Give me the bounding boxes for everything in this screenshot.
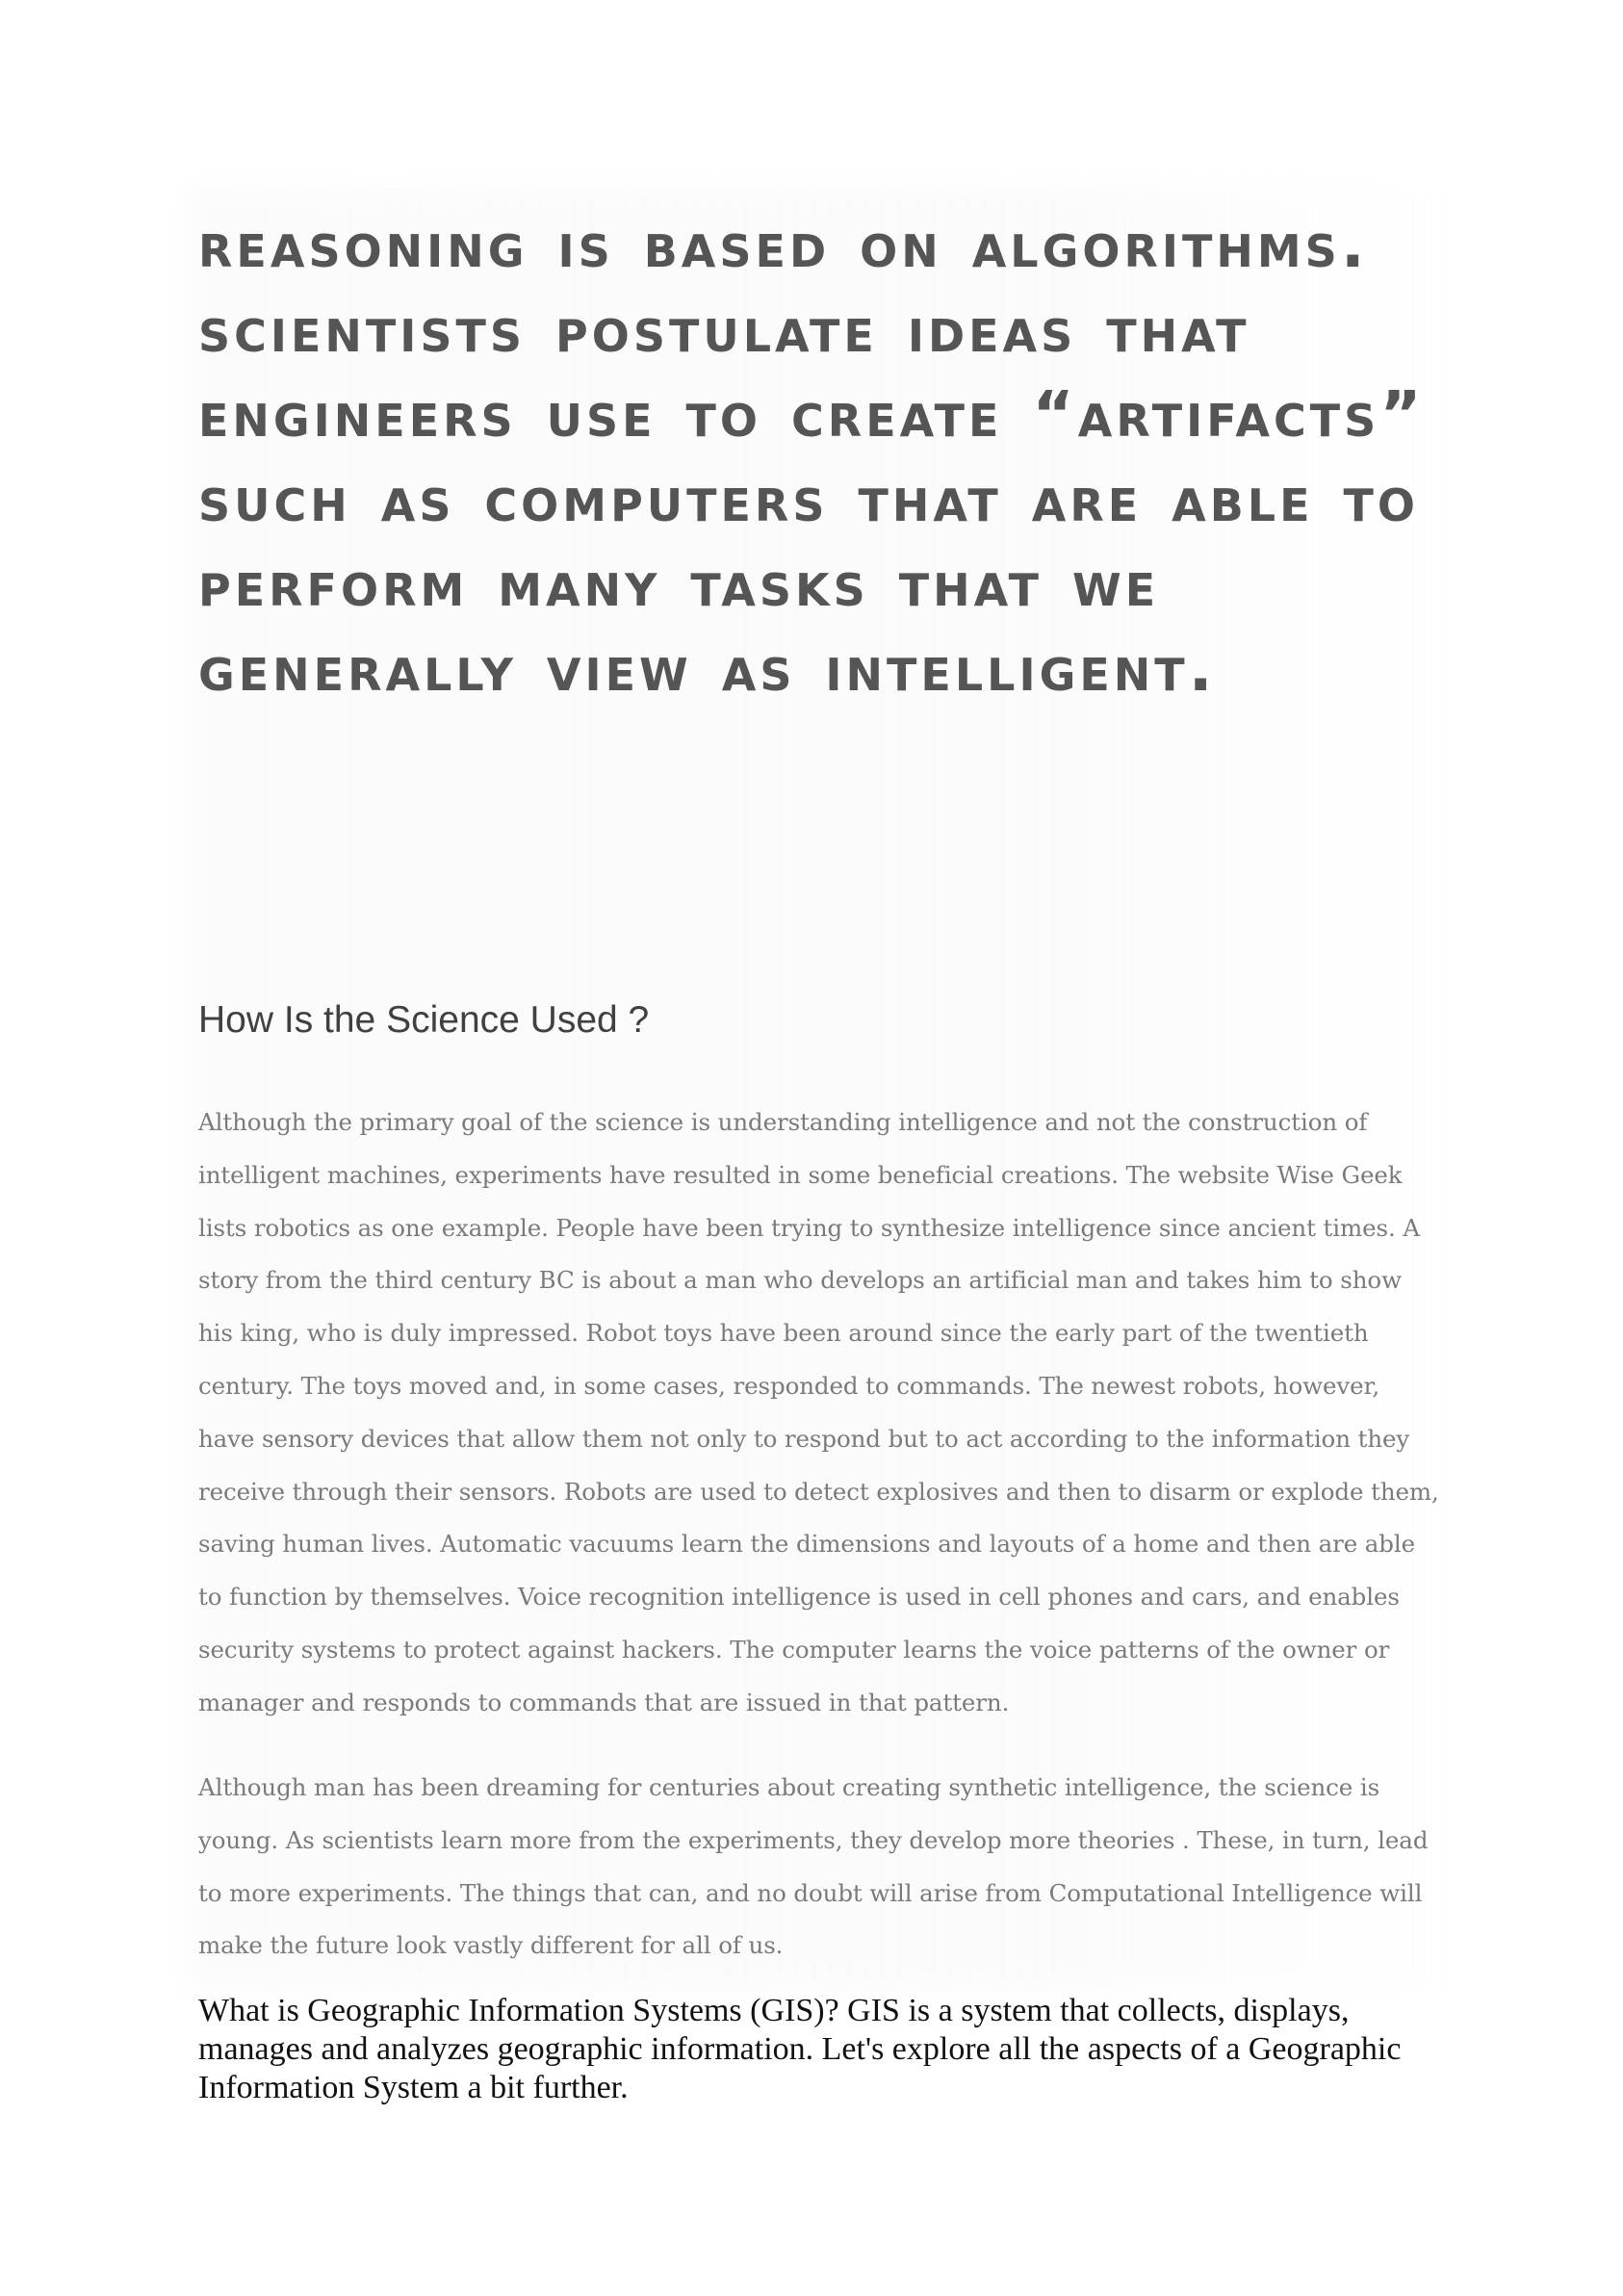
section-heading: How Is the Science Used ? [198, 999, 650, 1041]
body-paragraph-2: Although man has been dreaming for centu… [198, 1773, 1429, 1960]
body-paragraph-1: Although the primary goal of the science… [198, 1108, 1439, 1716]
gis-paragraph: What is Geographic Information Systems (… [198, 1993, 1402, 2105]
document-headline: REASONING IS BASED ON ALGORITHMS. SCIENT… [198, 208, 1426, 706]
document-page: REASONING IS BASED ON ALGORITHMS. SCIENT… [0, 0, 1623, 2296]
